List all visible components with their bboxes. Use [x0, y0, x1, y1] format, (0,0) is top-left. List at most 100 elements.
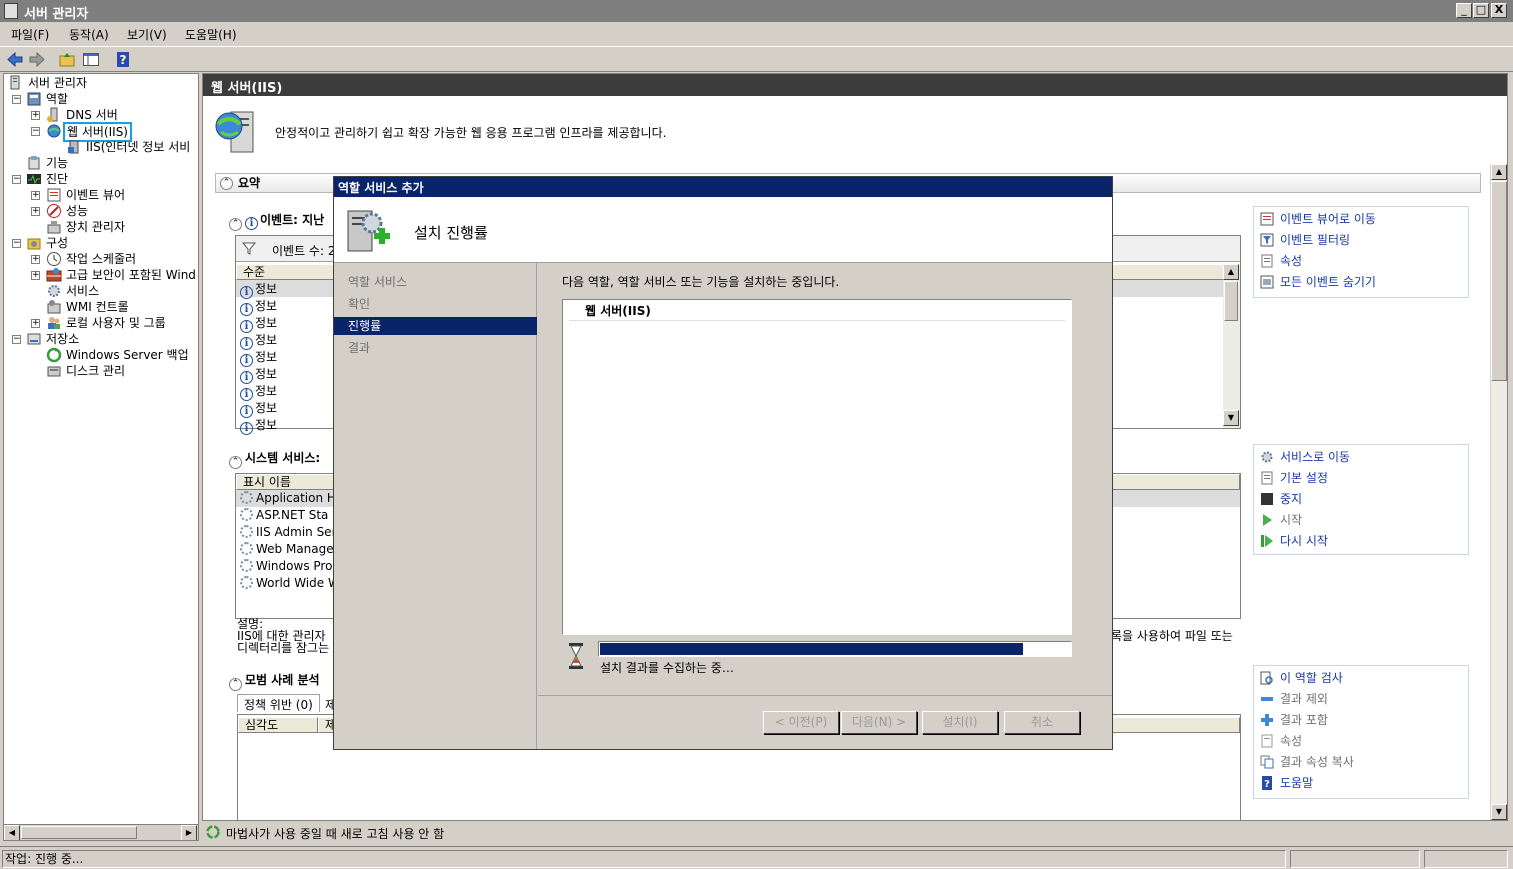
prev-button[interactable]: < 이전(P) [763, 711, 839, 734]
main-vertical-scrollbar[interactable]: ▲ ▼ [1490, 164, 1507, 820]
service-row[interactable]: Application H [240, 490, 336, 507]
action-copy-result-properties[interactable]: 결과 속성 복사 [1260, 753, 1354, 771]
action-filter-events[interactable]: 이벤트 필터링 [1260, 231, 1350, 249]
scroll-down-arrow-icon[interactable]: ▼ [1223, 410, 1239, 426]
tree-services[interactable]: 서비스 [66, 283, 99, 299]
show-hide-console-tree-icon[interactable] [82, 51, 100, 68]
scroll-down-arrow-icon[interactable]: ▼ [1491, 804, 1507, 820]
event-row[interactable]: i 정보 [240, 400, 277, 418]
expand-toggle[interactable]: + [31, 207, 40, 216]
tree-device-manager[interactable]: 장치 관리자 [66, 219, 125, 235]
next-button[interactable]: 다음(N) > [841, 711, 917, 734]
scroll-left-arrow-icon[interactable]: ◀ [4, 825, 20, 840]
collapse-chevron-icon[interactable]: ⌃ [229, 456, 242, 469]
action-start[interactable]: 시작 [1260, 511, 1302, 529]
action-preferences[interactable]: 기본 설정 [1260, 469, 1328, 487]
tree-iis-manager[interactable]: IIS(인터넷 정보 서비 [86, 139, 190, 155]
service-row[interactable]: ASP.NET Sta [240, 507, 328, 524]
menu-file[interactable]: 파일(F) [11, 26, 49, 43]
help-icon[interactable]: ? [114, 51, 132, 68]
action-go-to-event-viewer[interactable]: 이벤트 뷰어로 이동 [1260, 210, 1376, 228]
scroll-thumb[interactable] [1224, 281, 1238, 321]
event-row[interactable]: i 정보 [240, 417, 277, 435]
tree-root[interactable]: 서버 관리자 [28, 75, 87, 91]
action-scan-role[interactable]: 이 역할 검사 [1260, 669, 1343, 687]
collapse-toggle[interactable]: − [12, 335, 21, 344]
scroll-up-arrow-icon[interactable]: ▲ [1223, 264, 1239, 280]
events-section-title[interactable]: ⌃ i 이벤트: 지난 [229, 211, 324, 231]
tree-diagnostics[interactable]: 진단 [46, 171, 68, 187]
tree-performance[interactable]: 성능 [66, 203, 88, 219]
step-role-services[interactable]: 역할 서비스 [334, 273, 537, 291]
cancel-button[interactable]: 취소 [1004, 711, 1080, 734]
services-section-title[interactable]: ⌃ 시스템 서비스: [229, 449, 320, 469]
collapse-toggle[interactable]: − [12, 239, 21, 248]
tree-event-viewer[interactable]: 이벤트 뷰어 [66, 187, 125, 203]
collapse-toggle[interactable]: − [12, 175, 21, 184]
tree-horizontal-scrollbar[interactable]: ◀ ▶ [4, 824, 198, 840]
expand-toggle[interactable]: + [31, 271, 40, 280]
minimize-button[interactable]: _ [1456, 3, 1472, 18]
collapse-chevron-icon[interactable]: ⌃ [229, 678, 242, 691]
collapse-chevron-icon[interactable]: ⌃ [229, 218, 242, 231]
step-confirmation[interactable]: 확인 [334, 295, 537, 313]
collapse-chevron-icon[interactable]: ⌃ [220, 177, 233, 190]
step-progress[interactable]: 진행률 [334, 317, 537, 335]
expand-toggle[interactable]: + [31, 255, 40, 264]
event-row[interactable]: i 정보 [240, 349, 277, 367]
event-row[interactable]: i 정보 [240, 315, 277, 333]
tree-storage[interactable]: 저장소 [46, 331, 79, 347]
event-row[interactable]: i 정보 [240, 383, 277, 401]
action-restart[interactable]: 다시 시작 [1260, 532, 1328, 550]
bpa-tab-violations[interactable]: 정책 위반 (0) [237, 694, 320, 712]
bpa-section-title[interactable]: ⌃ 모범 사례 분석 [229, 671, 320, 691]
close-button[interactable]: X [1491, 3, 1507, 18]
tree-advanced-firewall[interactable]: 고급 보안이 포함된 Wind [66, 267, 196, 283]
scroll-thumb[interactable] [21, 826, 137, 839]
collapse-toggle[interactable]: − [12, 95, 21, 104]
expand-toggle[interactable]: + [31, 319, 40, 328]
back-arrow-icon[interactable] [6, 51, 24, 68]
scroll-right-arrow-icon[interactable]: ▶ [181, 825, 197, 840]
action-include-result[interactable]: 결과 포함 [1260, 711, 1328, 729]
event-row[interactable]: i 정보 [240, 298, 277, 316]
action-stop[interactable]: 중지 [1260, 490, 1302, 508]
tree-windows-server-backup[interactable]: Windows Server 백업 [66, 347, 189, 363]
action-properties[interactable]: 속성 [1260, 252, 1302, 270]
action-go-to-services[interactable]: 서비스로 이동 [1260, 448, 1350, 466]
menu-view[interactable]: 보기(V) [127, 26, 167, 43]
tree-features[interactable]: 기능 [46, 155, 68, 171]
tree-wmi-control[interactable]: WMI 컨트롤 [66, 299, 129, 315]
event-row[interactable]: i 정보 [240, 332, 277, 350]
install-button[interactable]: 설치(I) [922, 711, 998, 734]
forward-arrow-icon[interactable] [28, 51, 46, 68]
scroll-up-arrow-icon[interactable]: ▲ [1491, 164, 1507, 180]
filter-funnel-icon[interactable] [242, 241, 256, 255]
service-row[interactable]: IIS Admin Ser [240, 524, 337, 541]
tree-dns-server[interactable]: DNS 서버 [66, 107, 118, 123]
menu-action[interactable]: 동작(A) [69, 26, 109, 43]
tree-roles[interactable]: 역할 [46, 91, 68, 107]
event-row[interactable]: i 정보 [240, 281, 277, 299]
events-vertical-scrollbar[interactable]: ▲ ▼ [1223, 264, 1240, 428]
service-row[interactable]: Windows Pro [240, 558, 332, 575]
expand-toggle[interactable]: + [31, 111, 40, 120]
action-hide-all-events[interactable]: 모든 이벤트 숨기기 [1260, 273, 1376, 291]
step-results[interactable]: 결과 [334, 339, 537, 357]
tree-disk-management[interactable]: 디스크 관리 [66, 363, 125, 379]
tree-configuration[interactable]: 구성 [46, 235, 68, 251]
action-help[interactable]: ? 도움말 [1260, 774, 1313, 792]
menu-help[interactable]: 도움말(H) [185, 26, 237, 43]
expand-toggle[interactable]: + [31, 191, 40, 200]
tree-task-scheduler[interactable]: 작업 스케줄러 [66, 251, 136, 267]
bpa-column-severity[interactable]: 심각도 [238, 717, 318, 733]
action-bpa-properties[interactable]: 속성 [1260, 732, 1302, 750]
up-folder-icon[interactable] [58, 51, 76, 68]
event-row[interactable]: i 정보 [240, 366, 277, 384]
restore-button[interactable]: □ [1473, 3, 1489, 18]
action-exclude-result[interactable]: 결과 제외 [1260, 690, 1328, 708]
scroll-thumb[interactable] [1491, 181, 1507, 381]
tree-local-users-groups[interactable]: 로컬 사용자 및 그룹 [66, 315, 166, 331]
service-row[interactable]: World Wide W [240, 575, 340, 592]
collapse-toggle[interactable]: − [31, 127, 40, 136]
